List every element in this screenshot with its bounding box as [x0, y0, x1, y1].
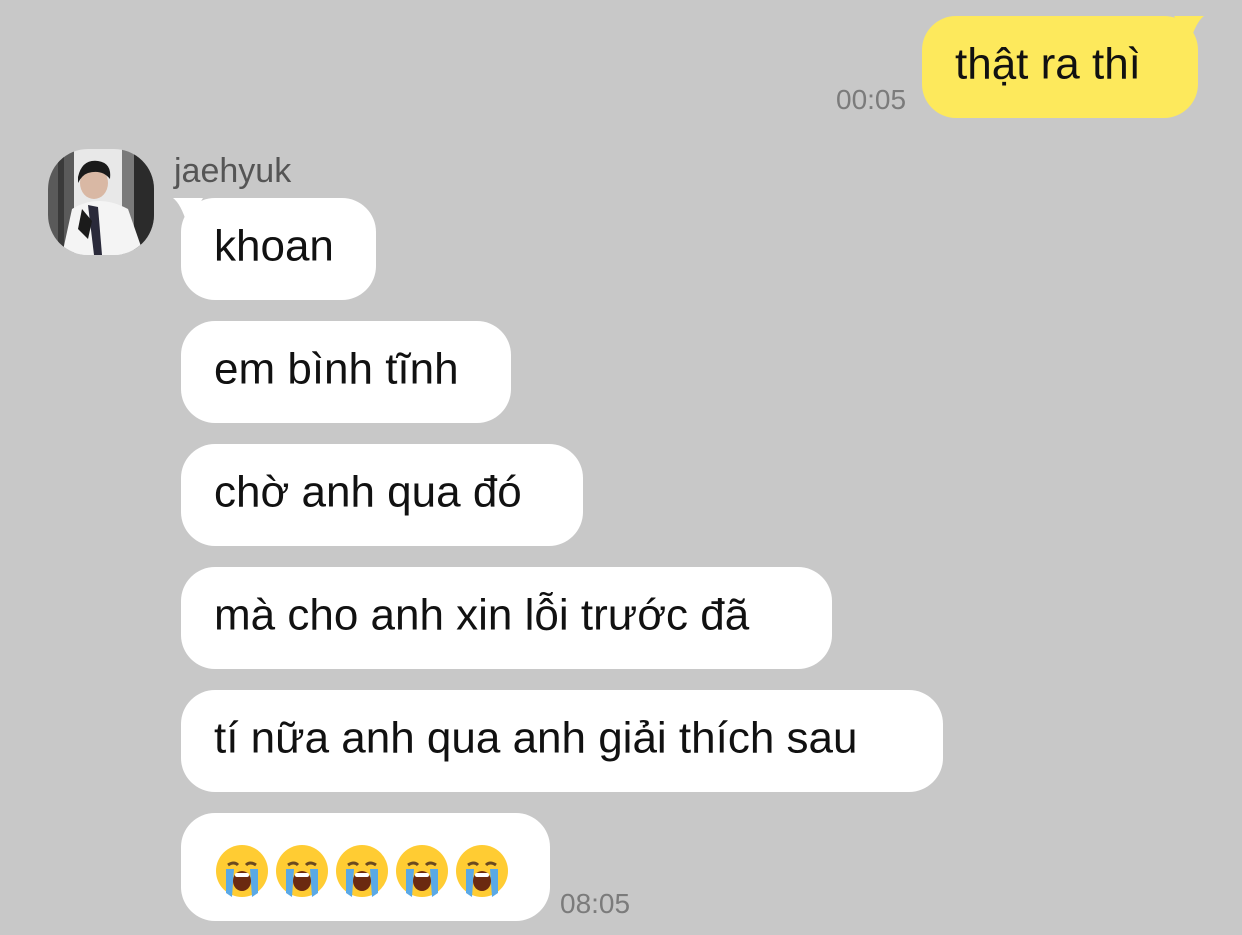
loudly-crying-face-icon — [396, 845, 448, 897]
incoming-emoji-bubble[interactable] — [181, 813, 550, 921]
loudly-crying-face-icon — [336, 845, 388, 897]
incoming-message-bubble[interactable]: mà cho anh xin lỗi trước đã — [181, 567, 832, 669]
sender-name: jaehyuk — [174, 152, 292, 190]
incoming-message-bubble[interactable]: em bình tĩnh — [181, 321, 511, 423]
loudly-crying-face-icon — [216, 845, 268, 897]
incoming-message-bubble[interactable]: chờ anh qua đó — [181, 444, 583, 546]
incoming-message-text: em bình tĩnh — [214, 344, 459, 394]
loudly-crying-face-icon — [276, 845, 328, 897]
outgoing-timestamp: 00:05 — [836, 84, 907, 115]
incoming-message-text: khoan — [214, 221, 334, 271]
avatar[interactable] — [48, 149, 154, 255]
outgoing-message-text: thật ra thì — [955, 39, 1141, 89]
incoming-message-bubble[interactable]: khoan — [173, 198, 376, 300]
outgoing-message-bubble[interactable]: thật ra thì — [922, 16, 1204, 118]
incoming-message-text: chờ anh qua đó — [214, 467, 522, 517]
incoming-timestamp: 08:05 — [560, 888, 631, 919]
incoming-message-text: mà cho anh xin lỗi trước đã — [214, 590, 750, 640]
bubble-tail-icon — [1174, 16, 1204, 42]
emoji-row — [214, 843, 510, 899]
incoming-message-bubble[interactable]: tí nữa anh qua anh giải thích sau — [181, 690, 943, 792]
profile-photo-icon — [48, 149, 154, 255]
incoming-message-text: tí nữa anh qua anh giải thích sau — [214, 713, 858, 763]
bubble-tail-icon — [173, 198, 203, 224]
loudly-crying-face-icon — [456, 845, 508, 897]
